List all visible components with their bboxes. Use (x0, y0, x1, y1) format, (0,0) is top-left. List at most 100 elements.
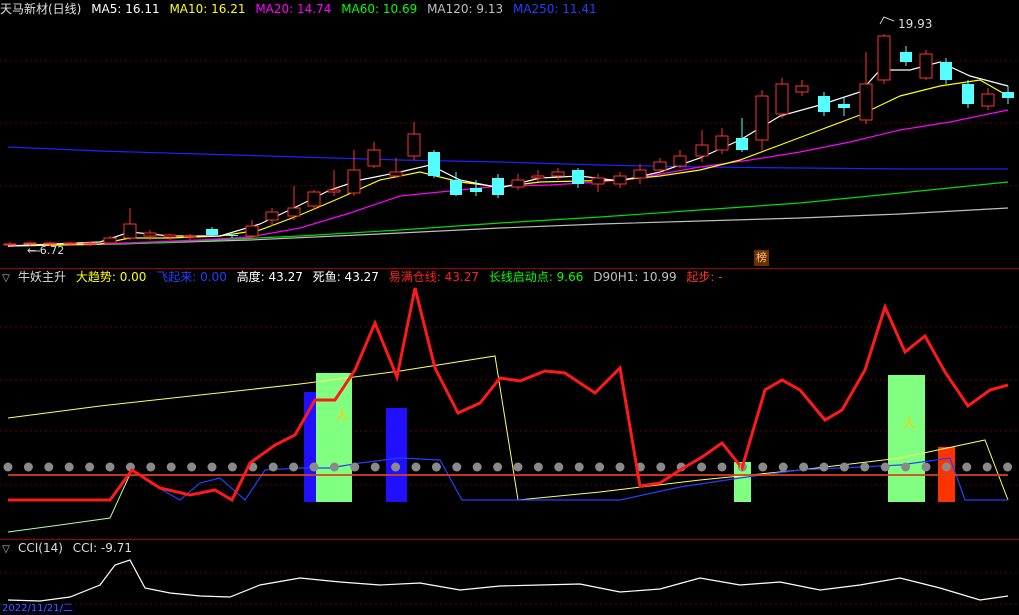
signal-bar (386, 408, 407, 502)
candle (919, 50, 933, 80)
candle (511, 174, 525, 190)
big-trend-label: 大趋势: 0.00 (75, 270, 147, 284)
start-step-label: 起步: - (686, 270, 723, 284)
candle (695, 130, 709, 162)
svg-text:人: 人 (902, 416, 916, 432)
dot-marker (3, 462, 13, 472)
blue-line (131, 457, 1008, 501)
dot-marker (513, 462, 523, 472)
bottom-panel-header: ▽ CCI(14) CCI: -9.71 (0, 539, 138, 557)
dot-marker (533, 462, 543, 472)
dot-marker (472, 462, 482, 472)
candle (981, 88, 995, 110)
long-start-label: 长线启动点: 9.66 (488, 270, 584, 284)
candle (492, 174, 504, 198)
ma60-legend: MA60: 10.69 (341, 2, 418, 16)
dot-marker (289, 462, 299, 472)
svg-text:ı: ı (739, 462, 742, 473)
dot-marker (554, 462, 564, 472)
long-line-yellow (7, 355, 1009, 501)
mid-panel-header: ▽ 牛妖主升 大趋势: 0.00 飞起来: 0.00 高度: 43.27 死鱼: … (0, 268, 729, 286)
grid-lines (0, 60, 1019, 605)
dot-marker (431, 462, 441, 472)
candle (428, 150, 440, 178)
candle (818, 92, 830, 116)
collapse-icon[interactable]: ▽ (0, 270, 12, 288)
candle (591, 174, 605, 192)
candle (838, 98, 850, 116)
signal-bar (888, 375, 925, 502)
candle (183, 234, 197, 240)
collapse-icon[interactable]: ▽ (0, 541, 12, 559)
candle (347, 150, 361, 196)
ma60-line (7, 181, 1009, 247)
rank-badge[interactable]: 榜 (754, 250, 769, 266)
candle (531, 170, 545, 182)
dot-marker (105, 462, 115, 472)
candle (572, 168, 584, 188)
low-price-label: ← 6.72 (27, 244, 65, 257)
candle (327, 170, 341, 196)
candle (715, 128, 729, 154)
dot-marker (921, 462, 931, 472)
stock-title[interactable]: 天马新材(日线) (0, 2, 81, 16)
dot-marker (166, 462, 176, 472)
candle (940, 58, 952, 84)
dot-marker (309, 462, 319, 472)
ma250-line (7, 146, 1008, 170)
dot-marker (717, 462, 727, 472)
high-price-label: 19.93 (898, 17, 933, 31)
ma20-legend: MA20: 14.74 (255, 2, 332, 16)
full-position-label: 易满仓线: 43.27 (388, 270, 479, 284)
dot-marker (656, 462, 666, 472)
candle (367, 142, 381, 168)
candle (551, 168, 565, 180)
dot-marker (880, 462, 890, 472)
dot-marker (493, 462, 503, 472)
dot-marker (329, 462, 339, 472)
dot-marker (370, 462, 380, 472)
dot-marker (819, 462, 829, 472)
dot-marker (860, 462, 870, 472)
candle (206, 227, 218, 236)
candle (83, 242, 97, 246)
ma120-legend: MA120: 9.13 (427, 2, 504, 16)
indicator-title[interactable]: 牛妖主升 (18, 270, 66, 284)
candle (859, 52, 873, 124)
dot-marker (227, 462, 237, 472)
gray-dot-row (3, 462, 1013, 472)
dot-marker (452, 462, 462, 472)
dot-marker (758, 462, 768, 472)
dot-marker (350, 462, 360, 472)
dot-marker (901, 462, 911, 472)
dot-marker (146, 462, 156, 472)
dot-marker (85, 462, 95, 472)
candle (877, 34, 891, 84)
candle (389, 158, 403, 178)
high-marker (879, 16, 895, 25)
d90h1-label: D90H1: 10.99 (593, 270, 677, 284)
dot-marker (1003, 462, 1013, 472)
dot-marker (839, 462, 849, 472)
candle (653, 158, 667, 174)
dot-marker (411, 462, 421, 472)
dot-marker (615, 462, 625, 472)
ma5-line (7, 61, 1009, 247)
candle (407, 122, 421, 160)
dot-marker (268, 462, 278, 472)
dot-marker (595, 462, 605, 472)
dot-marker (391, 462, 401, 472)
dot-marker (574, 462, 584, 472)
dot-marker (697, 462, 707, 472)
candle (1002, 86, 1014, 104)
dot-marker (23, 462, 33, 472)
cci-title[interactable]: CCI(14) (18, 541, 63, 555)
ma250-legend: MA250: 11.41 (512, 2, 597, 16)
candle (775, 78, 789, 118)
svg-text:人: 人 (335, 408, 349, 424)
chart-canvas[interactable]: 人 人 ı (0, 0, 1019, 615)
height-label: 高度: 43.27 (236, 270, 303, 284)
candle (633, 164, 647, 184)
ma10-legend: MA10: 16.21 (169, 2, 246, 16)
dot-marker (187, 462, 197, 472)
